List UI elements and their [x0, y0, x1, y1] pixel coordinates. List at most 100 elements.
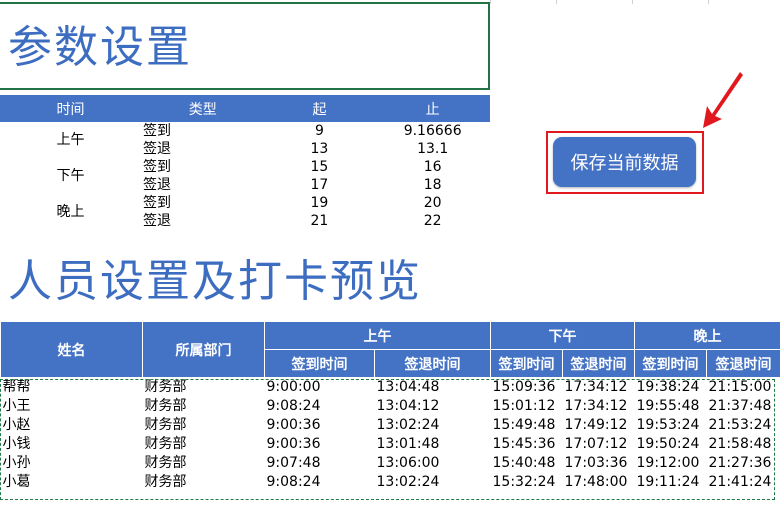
param-end[interactable]: 9.16666 — [375, 122, 490, 140]
param-end[interactable]: 22 — [375, 212, 490, 230]
param-type[interactable]: 签到 — [141, 194, 264, 212]
eve-checkout[interactable]: 21:15:00 — [707, 378, 780, 398]
eve-checkout[interactable]: 21:37:48 — [707, 397, 780, 416]
param-type[interactable]: 签到 — [141, 158, 264, 176]
people-header-row: 姓名 所属部门 上午 下午 晚上 — [0, 321, 780, 378]
param-section-title: 参数设置 — [8, 22, 192, 73]
param-start[interactable]: 15 — [264, 158, 376, 176]
person-dept[interactable]: 财务部 — [143, 378, 265, 398]
person-dept[interactable]: 财务部 — [143, 416, 265, 435]
param-table: 时间 类型 起 止 上午 签到 9 9.16666 签退 13 13.1 下午 … — [0, 95, 490, 230]
am-checkout[interactable]: 13:01:48 — [375, 435, 491, 454]
am-checkin[interactable]: 9:07:48 — [265, 454, 375, 473]
param-type[interactable]: 签退 — [141, 212, 264, 230]
param-row: 晚上 签到 19 20 — [0, 194, 490, 220]
am-checkout[interactable]: 13:06:00 — [375, 454, 491, 473]
person-name[interactable]: 小葛 — [1, 473, 143, 492]
eve-checkout[interactable]: 21:53:24 — [707, 416, 780, 435]
param-end[interactable]: 16 — [375, 158, 490, 176]
header-evening: 晚上 — [634, 321, 780, 350]
header-checkout: 签退时间 — [706, 349, 780, 378]
header-checkin: 签到时间 — [634, 349, 707, 378]
eve-checkin[interactable]: 19:11:24 — [635, 473, 707, 492]
param-period: 晚上 — [56, 204, 85, 220]
pm-checkout[interactable]: 17:49:12 — [563, 416, 635, 435]
save-button-highlight: 保存当前数据 — [546, 131, 704, 194]
eve-checkin[interactable]: 19:38:24 — [635, 378, 707, 398]
person-dept[interactable]: 财务部 — [143, 454, 265, 473]
pm-checkin[interactable]: 15:09:36 — [491, 378, 563, 398]
header-checkin: 签到时间 — [490, 349, 563, 378]
param-row: 下午 签到 15 16 — [0, 158, 490, 184]
header-dept: 所属部门 — [142, 321, 265, 378]
header-afternoon: 下午 — [490, 321, 635, 350]
am-checkout[interactable]: 13:04:48 — [375, 378, 491, 398]
param-start[interactable]: 17 — [264, 176, 376, 194]
pm-checkin[interactable]: 15:45:36 — [491, 435, 563, 454]
header-checkout: 签退时间 — [562, 349, 635, 378]
param-header-period: 时间 — [0, 95, 142, 122]
eve-checkin[interactable]: 19:12:00 — [635, 454, 707, 473]
param-start[interactable]: 13 — [264, 140, 376, 158]
person-dept[interactable]: 财务部 — [143, 473, 265, 492]
param-start[interactable]: 21 — [264, 212, 376, 230]
param-type[interactable]: 签退 — [141, 176, 264, 194]
param-row: 上午 签到 9 9.16666 — [0, 122, 490, 148]
person-dept[interactable]: 财务部 — [143, 397, 265, 416]
am-checkin[interactable]: 9:00:36 — [265, 416, 375, 435]
param-period: 下午 — [56, 168, 85, 184]
pm-checkout[interactable]: 17:34:12 — [563, 378, 635, 398]
column-gridlines — [490, 0, 780, 4]
header-morning: 上午 — [264, 321, 491, 350]
param-type[interactable]: 签退 — [141, 140, 264, 158]
pm-checkout[interactable]: 17:03:36 — [563, 454, 635, 473]
header-checkout: 签退时间 — [374, 349, 491, 378]
eve-checkin[interactable]: 19:53:24 — [635, 416, 707, 435]
person-name[interactable]: 小赵 — [1, 416, 143, 435]
person-dept[interactable]: 财务部 — [143, 435, 265, 454]
pm-checkout[interactable]: 17:34:12 — [563, 397, 635, 416]
pm-checkin[interactable]: 15:32:24 — [491, 473, 563, 492]
am-checkin[interactable]: 9:00:00 — [265, 378, 375, 398]
param-header-type: 类型 — [141, 95, 264, 122]
person-name[interactable]: 小钱 — [1, 435, 143, 454]
eve-checkout[interactable]: 21:58:48 — [707, 435, 780, 454]
param-start[interactable]: 19 — [264, 194, 376, 212]
am-checkout[interactable]: 13:02:24 — [375, 473, 491, 492]
pm-checkout[interactable]: 17:48:00 — [563, 473, 635, 492]
param-end[interactable]: 13.1 — [375, 140, 490, 158]
person-name[interactable]: 小王 — [1, 397, 143, 416]
pm-checkin[interactable]: 15:40:48 — [491, 454, 563, 473]
pm-checkout[interactable]: 17:07:12 — [563, 435, 635, 454]
person-name[interactable]: 帮帮 — [1, 378, 143, 398]
people-table: 姓名 所属部门 上午 下午 晚上 签到时间 签退时间 签到时间 签退时间 签到时… — [0, 321, 780, 492]
table-row: 帮帮 财务部 9:00:00 13:04:48 15:09:36 17:34:12 19:3… — [1, 378, 780, 398]
red-arrow-icon — [703, 72, 743, 128]
am-checkin[interactable]: 9:00:36 — [265, 435, 375, 454]
param-period: 上午 — [56, 132, 85, 148]
am-checkin[interactable]: 9:08:24 — [265, 397, 375, 416]
pm-checkin[interactable]: 15:49:48 — [491, 416, 563, 435]
eve-checkin[interactable]: 19:55:48 — [635, 397, 707, 416]
am-checkin[interactable]: 9:08:24 — [265, 473, 375, 492]
header-name: 姓名 — [0, 321, 143, 378]
eve-checkin[interactable]: 19:50:24 — [635, 435, 707, 454]
table-row: 小葛 财务部 9:08:24 13:02:24 15:32:24 17:48:00 19:1… — [1, 473, 780, 492]
param-header-row: 时间 类型 起 止 — [0, 95, 490, 122]
table-row: 小王 财务部 9:08:24 13:04:12 15:01:12 17:34:12 19:5… — [1, 397, 780, 416]
param-start[interactable]: 9 — [264, 122, 376, 140]
person-name[interactable]: 小孙 — [1, 454, 143, 473]
param-header-start: 起 — [263, 95, 376, 122]
table-row: 小钱 财务部 9:00:36 13:01:48 15:45:36 17:07:12 19:5… — [1, 435, 780, 454]
eve-checkout[interactable]: 21:27:36 — [707, 454, 780, 473]
param-type[interactable]: 签到 — [141, 122, 264, 140]
param-header-end: 止 — [375, 95, 490, 122]
param-end[interactable]: 18 — [375, 176, 490, 194]
pm-checkin[interactable]: 15:01:12 — [491, 397, 563, 416]
am-checkout[interactable]: 13:04:12 — [375, 397, 491, 416]
save-data-button[interactable]: 保存当前数据 — [553, 137, 696, 187]
am-checkout[interactable]: 13:02:24 — [375, 416, 491, 435]
param-end[interactable]: 20 — [375, 194, 490, 212]
eve-checkout[interactable]: 21:41:24 — [707, 473, 780, 492]
table-row: 小孙 财务部 9:07:48 13:06:00 15:40:48 17:03:36 19:1… — [1, 454, 780, 473]
